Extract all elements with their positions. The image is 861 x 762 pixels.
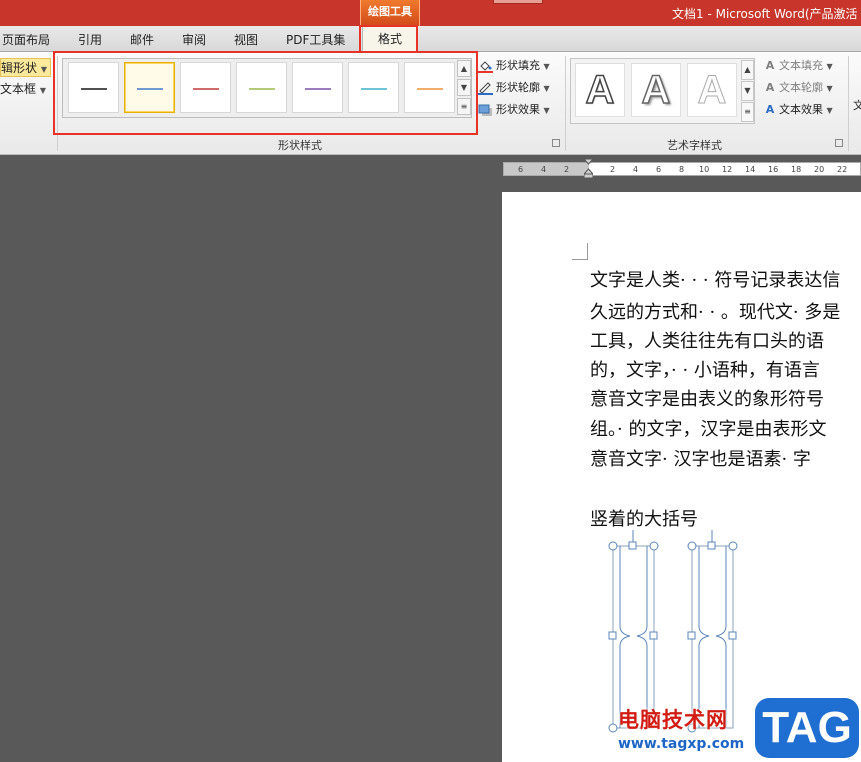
ruler-margin: [504, 163, 589, 175]
tab-mailings[interactable]: 邮件: [130, 31, 154, 48]
group-divider: [565, 56, 566, 151]
ruler-tick: 2: [610, 165, 616, 174]
paragraph-line: 久远的方式和· · 。现代文· 多是: [590, 302, 841, 323]
tab-references[interactable]: 引用: [78, 31, 102, 48]
indent-marker-icon[interactable]: [584, 159, 593, 179]
chevron-down-icon: ▼: [40, 65, 47, 74]
ribbon-tab-row: 页面布局 引用 邮件 审阅 视图 PDF工具集: [0, 26, 861, 52]
ruler-tick: 22: [837, 165, 848, 174]
wordart-styles-gallery: A A A ▲ ▼ ≡: [570, 58, 755, 124]
text-outline-label: 文本轮廓: [779, 81, 823, 94]
shape-outline-label: 形状轮廓: [496, 81, 540, 94]
shape-effects-label: 形状效果: [496, 103, 540, 116]
shape-outline-button[interactable]: 形状轮廓 ▼: [478, 79, 550, 95]
chevron-down-icon: ▼: [39, 86, 46, 95]
wordart-style-item[interactable]: A: [575, 63, 625, 117]
shape-styles-group-label: 形状样式: [278, 139, 322, 152]
tab-pdf-tools[interactable]: PDF工具集: [286, 31, 345, 48]
ruler-tick: 14: [745, 165, 756, 174]
paragraph-line: 组。· 的文字，汉字是由表形文: [590, 419, 827, 440]
paragraph-line: 意音文字· 汉字也是语素· 字: [590, 449, 811, 470]
shape-styles-highlight: [53, 51, 478, 135]
chevron-down-icon: ▼: [543, 84, 550, 93]
text-outline-icon: A: [765, 81, 775, 94]
paragraph-line: 的，文字，· · 小语种，有语言: [590, 360, 820, 381]
tab-review[interactable]: 审阅: [182, 31, 206, 48]
wordart-style-item[interactable]: A: [631, 63, 681, 117]
ruler-tick: 8: [679, 165, 685, 174]
text-effects-icon: A: [765, 103, 775, 116]
ruler-tick: 2: [564, 165, 570, 174]
horizontal-ruler[interactable]: 6 4 2 2 4 6 8 10 12 14 16 18 20 22: [503, 162, 861, 176]
watermark-url: www.tagxp.com: [618, 736, 745, 752]
wordart-more-button[interactable]: ≡: [741, 102, 754, 122]
edit-shape-label: 辑形状: [1, 61, 38, 75]
ruler-tick: 6: [656, 165, 662, 174]
text-fill-button[interactable]: A 文本填充 ▼: [763, 57, 833, 73]
ruler-tick: 12: [722, 165, 733, 174]
ruler-tick: 6: [518, 165, 524, 174]
watermark-tag-logo: TAG: [755, 698, 859, 758]
wordart-styles-group-label: 艺术字样式: [667, 139, 722, 152]
dialog-launcher-icon[interactable]: [835, 139, 843, 147]
chevron-down-icon: ▼: [826, 62, 833, 71]
paragraph-line: 意音文字是由表义的象形符号: [590, 389, 824, 410]
shape-fill-label: 形状填充: [496, 59, 540, 72]
text-fill-label: 文本填充: [779, 59, 823, 72]
ruler-tick: 18: [791, 165, 802, 174]
tab-view[interactable]: 视图: [234, 31, 258, 48]
ruler-tick: 16: [768, 165, 779, 174]
text-box-button[interactable]: 文本框 ▼: [0, 80, 46, 97]
shape-effects-button[interactable]: 形状效果 ▼: [478, 101, 550, 117]
ruler-tick: 20: [814, 165, 825, 174]
page-margin-corner: [572, 243, 588, 260]
shape-effects-icon: [478, 104, 492, 116]
chevron-down-icon: ▼: [543, 62, 550, 71]
chevron-down-icon: ▼: [826, 84, 833, 93]
text-effects-button[interactable]: A 文本效果 ▼: [763, 101, 833, 117]
window-title: 文档1 - Microsoft Word(产品激活: [672, 7, 858, 21]
text-group-label-partial: 文: [853, 99, 861, 112]
contextual-tab-group-drawing-tools: 绘图工具: [360, 0, 420, 26]
title-bar-button[interactable]: [493, 0, 543, 4]
ruler-tick: 4: [633, 165, 639, 174]
group-divider: [848, 56, 849, 151]
chevron-down-icon: ▼: [826, 106, 833, 115]
watermark-site-name: 电脑技术网: [618, 708, 728, 732]
paint-bucket-icon: [478, 60, 493, 73]
wordart-scroll-up-button[interactable]: ▲: [741, 60, 754, 80]
paragraph-line: 工具，人类往往先有口头的语: [590, 331, 824, 352]
text-outline-button[interactable]: A 文本轮廓 ▼: [763, 79, 833, 95]
text-fill-icon: A: [765, 59, 775, 72]
ruler-tick: 4: [541, 165, 547, 174]
ruler-tick: 10: [699, 165, 710, 174]
pen-outline-icon: [478, 81, 493, 95]
text-effects-label: 文本效果: [779, 103, 823, 116]
wordart-scroll-down-button[interactable]: ▼: [741, 81, 754, 101]
edit-shape-button[interactable]: 辑形状 ▼: [0, 58, 51, 77]
title-bar: 绘图工具 文档1 - Microsoft Word(产品激活: [0, 0, 861, 26]
chevron-down-icon: ▼: [543, 106, 550, 115]
dialog-launcher-icon[interactable]: [552, 139, 560, 147]
heading-vertical-brace: 竖着的大括号: [590, 509, 698, 530]
shape-fill-button[interactable]: 形状填充 ▼: [478, 57, 550, 73]
paragraph-line: 文字是人类· · · 符号记录表达信: [590, 270, 841, 291]
text-box-label: 文本框: [0, 82, 37, 96]
tab-page-layout[interactable]: 页面布局: [2, 31, 50, 48]
wordart-style-item[interactable]: A: [687, 63, 737, 117]
